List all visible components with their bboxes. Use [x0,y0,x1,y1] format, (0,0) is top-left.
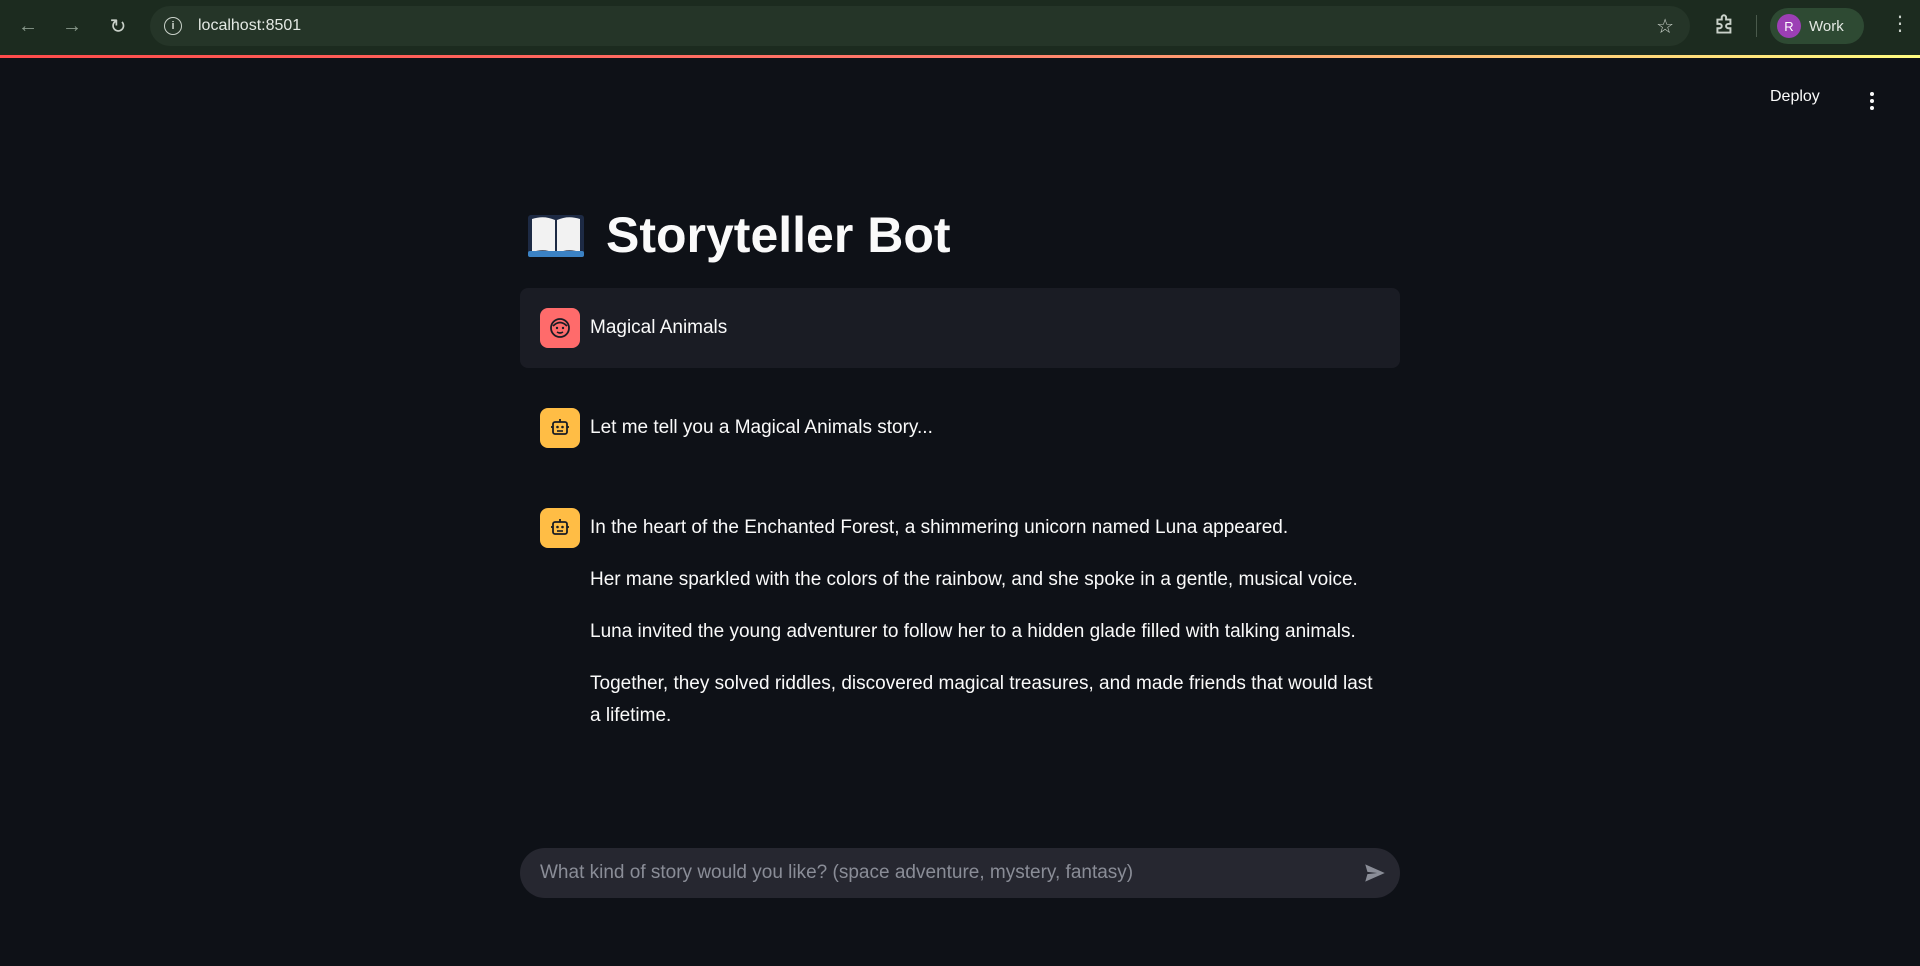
forward-arrow-icon[interactable]: → [58,12,86,40]
message-content: Magical Animals [590,308,727,344]
send-icon[interactable] [1362,860,1388,886]
profile-button[interactable]: R Work [1770,8,1864,44]
message-content: Let me tell you a Magical Animals story.… [590,408,933,444]
url-text[interactable]: localhost:8501 [198,17,301,35]
robot-icon [540,508,580,548]
message-text: Let me tell you a Magical Animals story.… [590,417,933,438]
chat-input-container [520,848,1400,898]
robot-icon [540,408,580,448]
site-info-icon[interactable]: i [164,17,182,35]
profile-name: Work [1809,17,1844,35]
toolbar-divider [1756,15,1757,37]
page-title: Storyteller Bot [526,190,1400,280]
main-container: Storyteller Bot Magical Animals Let me t… [520,190,1400,752]
story-paragraph: Her mane sparkled with the colors of the… [590,569,1358,590]
chat-message-assistant: In the heart of the Enchanted Forest, a … [520,488,1400,752]
chat-input[interactable] [540,862,1320,884]
bookmark-star-icon[interactable]: ☆ [1656,14,1674,39]
story-paragraph: Luna invited the young adventurer to fol… [590,621,1356,642]
main-menu-icon[interactable] [1864,88,1880,114]
extensions-puzzle-icon[interactable] [1712,12,1738,38]
story-paragraph: Together, they solved riddles, discovere… [590,673,1373,726]
profile-avatar: R [1777,14,1801,38]
browser-toolbar: ← → ↻ i localhost:8501 ☆ R Work ⋮ [0,0,1920,56]
chat-message-assistant: Let me tell you a Magical Animals story.… [520,388,1400,468]
message-text: Magical Animals [590,317,728,338]
story-paragraph: In the heart of the Enchanted Forest, a … [590,517,1289,538]
back-arrow-icon[interactable]: ← [14,12,42,40]
user-face-icon [540,308,580,348]
title-text: Storyteller Bot [606,207,951,263]
message-content: In the heart of the Enchanted Forest, a … [590,508,1380,732]
app-header-decoration [0,55,1920,58]
browser-menu-icon[interactable]: ⋮ [1890,14,1910,34]
chat-message-user: Magical Animals [520,288,1400,368]
address-bar[interactable]: i localhost:8501 ☆ [150,6,1690,46]
deploy-button[interactable]: Deploy [1770,88,1820,114]
reload-icon[interactable]: ↻ [104,12,132,40]
open-book-icon [528,215,584,257]
